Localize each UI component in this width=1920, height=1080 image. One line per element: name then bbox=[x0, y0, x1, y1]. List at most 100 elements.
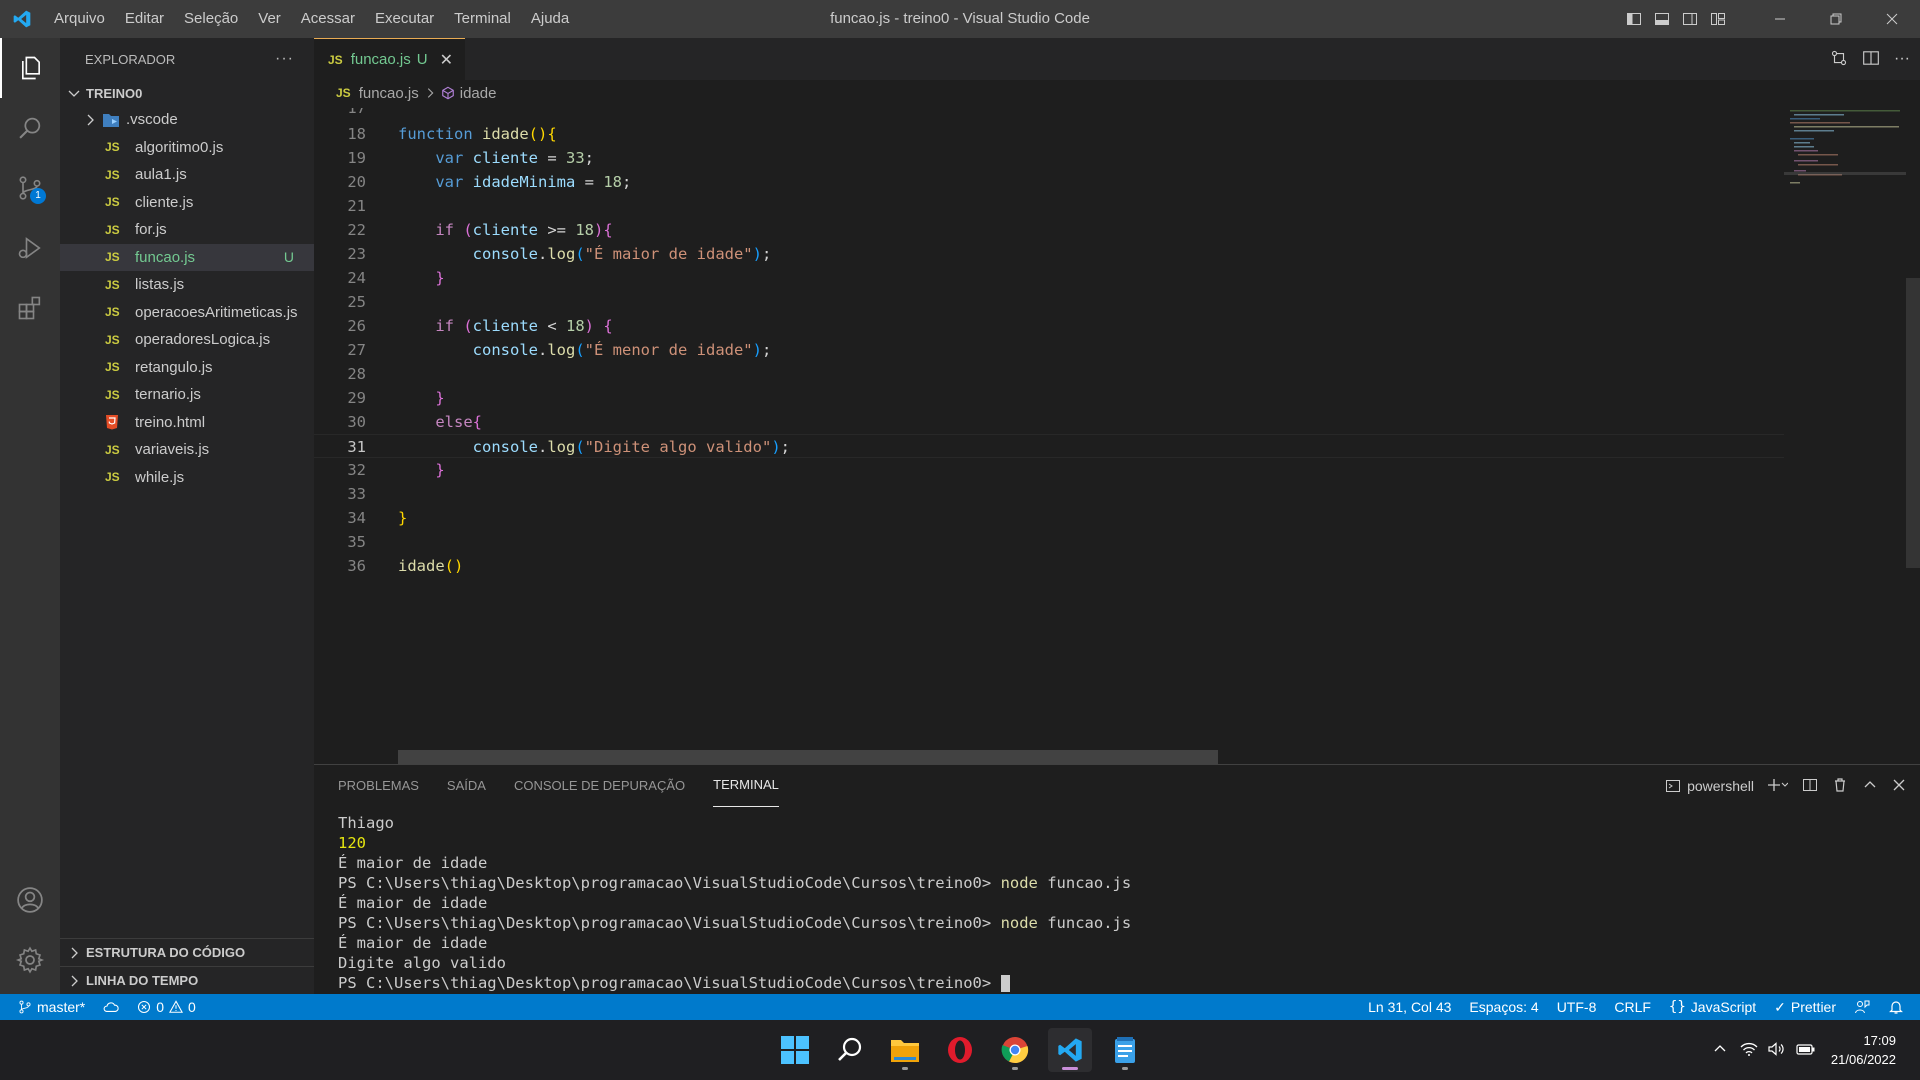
settings-gear-icon[interactable] bbox=[0, 930, 60, 990]
vscode-taskbar-icon[interactable] bbox=[1048, 1028, 1092, 1072]
code-editor[interactable]: 17 18 function idade(){19 var cliente = 33… bbox=[314, 108, 1784, 722]
more-actions-icon[interactable]: ··· bbox=[1894, 50, 1910, 68]
menu-selecao[interactable]: Seleção bbox=[174, 0, 248, 38]
menu-ver[interactable]: Ver bbox=[248, 0, 291, 38]
terminal-shell-selector[interactable]: powershell bbox=[1665, 778, 1754, 794]
windows-start-icon[interactable] bbox=[773, 1028, 817, 1072]
file-item[interactable]: JS while.js bbox=[60, 464, 314, 492]
toggle-primary-sidebar-icon[interactable] bbox=[1620, 0, 1648, 38]
menu-editar[interactable]: Editar bbox=[115, 0, 174, 38]
prettier-status[interactable]: ✓ Prettier bbox=[1765, 994, 1845, 1020]
vertical-scrollbar[interactable] bbox=[1906, 278, 1920, 568]
menu-ajuda[interactable]: Ajuda bbox=[521, 0, 579, 38]
file-item[interactable]: JS algoritimo0.js bbox=[60, 134, 314, 162]
chrome-browser-icon[interactable] bbox=[993, 1028, 1037, 1072]
minimize-button[interactable] bbox=[1752, 0, 1808, 38]
code-line[interactable]: 21 bbox=[314, 194, 1784, 218]
explorer-icon[interactable] bbox=[0, 38, 60, 98]
file-item[interactable]: JS variaveis.js bbox=[60, 436, 314, 464]
file-item[interactable]: treino.html bbox=[60, 409, 314, 437]
file-item[interactable]: JS operacoesAritimeticas.js bbox=[60, 299, 314, 327]
menu-arquivo[interactable]: Arquivo bbox=[44, 0, 115, 38]
toggle-secondary-sidebar-icon[interactable] bbox=[1676, 0, 1704, 38]
file-item[interactable]: JS operadoresLogica.js bbox=[60, 326, 314, 354]
breadcrumb-file[interactable]: funcao.js bbox=[359, 85, 419, 102]
git-branch-status[interactable]: master* bbox=[0, 994, 94, 1020]
file-explorer-icon[interactable] bbox=[883, 1028, 927, 1072]
file-item[interactable]: JS aula1.js bbox=[60, 161, 314, 189]
taskbar-search-icon[interactable] bbox=[828, 1028, 872, 1072]
code-line[interactable]: 30 else{ bbox=[314, 410, 1784, 434]
code-line[interactable]: 34} bbox=[314, 506, 1784, 530]
breadcrumb-symbol[interactable]: idade bbox=[460, 85, 497, 102]
file-item[interactable]: JS listas.js bbox=[60, 271, 314, 299]
code-line[interactable]: 28 bbox=[314, 362, 1784, 386]
problems-status[interactable]: 0 0 bbox=[128, 994, 205, 1020]
folder-treino0[interactable]: TREINO0 bbox=[60, 80, 314, 106]
folder-item[interactable]: .vscode bbox=[60, 106, 314, 134]
code-line[interactable]: 27 console.log("É menor de idade"); bbox=[314, 338, 1784, 362]
tab-terminal[interactable]: TERMINAL bbox=[713, 765, 779, 807]
close-tab-button[interactable]: ✕ bbox=[440, 50, 453, 70]
battery-icon[interactable] bbox=[1791, 1042, 1821, 1059]
code-line[interactable]: 32 } bbox=[314, 458, 1784, 482]
file-item[interactable]: JS ternario.js bbox=[60, 381, 314, 409]
more-actions-button[interactable]: ··· bbox=[275, 50, 294, 68]
cursor-position[interactable]: Ln 31, Col 43 bbox=[1359, 994, 1460, 1020]
code-line[interactable]: 24 } bbox=[314, 266, 1784, 290]
volume-icon[interactable] bbox=[1763, 1041, 1791, 1059]
run-debug-icon[interactable] bbox=[0, 218, 60, 278]
code-line[interactable]: 35 bbox=[314, 530, 1784, 554]
sync-status[interactable] bbox=[94, 994, 128, 1020]
source-control-icon[interactable]: 1 bbox=[0, 158, 60, 218]
code-line[interactable]: 17 bbox=[314, 108, 1784, 120]
file-item[interactable]: JS funcao.js U bbox=[60, 243, 314, 271]
code-line[interactable]: 23 console.log("É maior de idade"); bbox=[314, 242, 1784, 266]
tab-problemas[interactable]: PROBLEMAS bbox=[338, 765, 419, 807]
accounts-icon[interactable] bbox=[0, 870, 60, 930]
opera-browser-icon[interactable] bbox=[938, 1028, 982, 1072]
language-mode[interactable]: {} JavaScript bbox=[1660, 994, 1765, 1020]
chevron-up-icon[interactable] bbox=[1705, 1042, 1735, 1059]
eol-status[interactable]: CRLF bbox=[1605, 994, 1660, 1020]
tab-funcao-js[interactable]: JS funcao.js U ✕ bbox=[314, 38, 465, 80]
outline-section[interactable]: ESTRUTURA DO CÓDIGO bbox=[60, 938, 314, 966]
search-icon[interactable] bbox=[0, 98, 60, 158]
system-clock[interactable]: 17:09 21/06/2022 bbox=[1821, 1031, 1920, 1069]
encoding-status[interactable]: UTF-8 bbox=[1548, 994, 1606, 1020]
code-line[interactable]: 29 } bbox=[314, 386, 1784, 410]
kill-terminal-icon[interactable] bbox=[1832, 777, 1848, 796]
timeline-section[interactable]: LINHA DO TEMPO bbox=[60, 966, 314, 994]
customize-layout-icon[interactable] bbox=[1704, 0, 1732, 38]
tab-console-depuracao[interactable]: CONSOLE DE DEPURAÇÃO bbox=[514, 765, 685, 807]
horizontal-scrollbar[interactable] bbox=[398, 750, 1218, 764]
feedback-button[interactable] bbox=[1845, 994, 1879, 1020]
file-item[interactable]: JS cliente.js bbox=[60, 189, 314, 217]
menu-acessar[interactable]: Acessar bbox=[291, 0, 365, 38]
code-line[interactable]: 20 var idadeMinima = 18; bbox=[314, 170, 1784, 194]
code-line[interactable]: 22 if (cliente >= 18){ bbox=[314, 218, 1784, 242]
menu-executar[interactable]: Executar bbox=[365, 0, 444, 38]
maximize-panel-icon[interactable] bbox=[1862, 777, 1878, 796]
close-window-button[interactable] bbox=[1864, 0, 1920, 38]
extensions-icon[interactable] bbox=[0, 278, 60, 338]
menu-terminal[interactable]: Terminal bbox=[444, 0, 521, 38]
code-line[interactable]: 25 bbox=[314, 290, 1784, 314]
code-line[interactable]: 19 var cliente = 33; bbox=[314, 146, 1784, 170]
minimap[interactable] bbox=[1784, 108, 1906, 764]
split-editor-icon[interactable] bbox=[1862, 49, 1880, 70]
code-line[interactable]: 33 bbox=[314, 482, 1784, 506]
new-terminal-icon[interactable] bbox=[1768, 777, 1789, 796]
notepad-icon[interactable] bbox=[1103, 1028, 1147, 1072]
tab-saida[interactable]: SAÍDA bbox=[447, 765, 486, 807]
code-line[interactable]: 36 idade() bbox=[314, 554, 1784, 578]
code-line[interactable]: 31 console.log("Digite algo valido"); bbox=[314, 434, 1784, 458]
code-line[interactable]: 26 if (cliente < 18) { bbox=[314, 314, 1784, 338]
file-item[interactable]: JS retangulo.js bbox=[60, 354, 314, 382]
terminal-output[interactable]: Thiago 120 É maior de idade PS C:\Users\thi… bbox=[314, 807, 1920, 999]
open-changes-icon[interactable] bbox=[1830, 49, 1848, 70]
notifications-button[interactable] bbox=[1879, 994, 1920, 1020]
split-terminal-icon[interactable] bbox=[1802, 777, 1818, 796]
file-item[interactable]: JS for.js bbox=[60, 216, 314, 244]
toggle-panel-icon[interactable] bbox=[1648, 0, 1676, 38]
